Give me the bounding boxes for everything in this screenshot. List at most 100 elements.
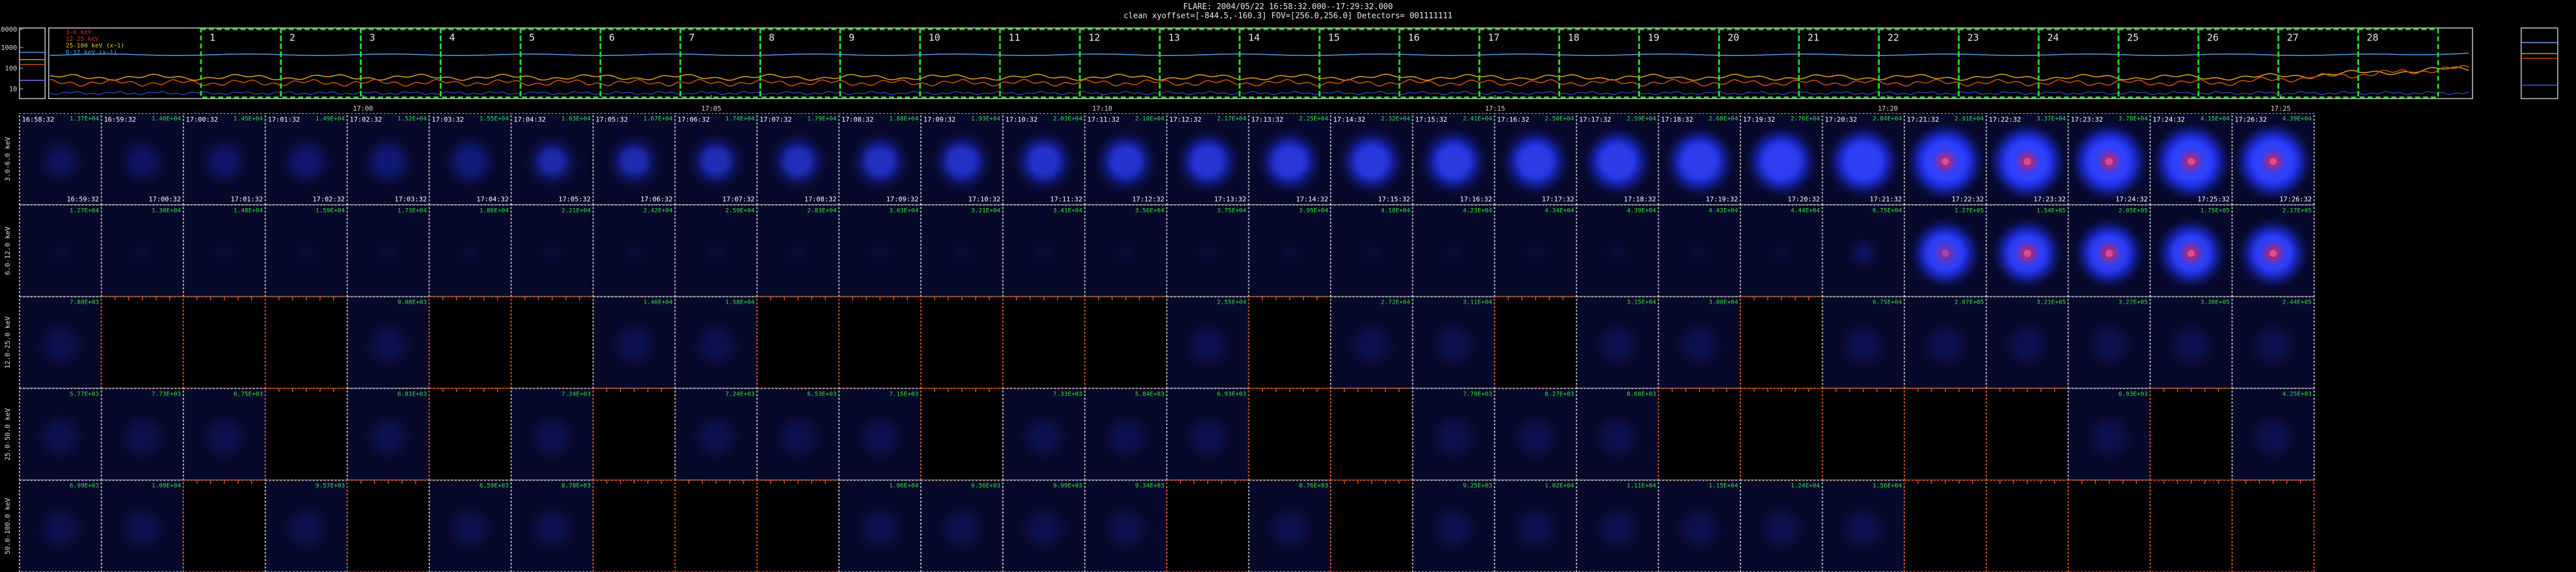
image-cell[interactable]: 8.78E+03 xyxy=(510,480,594,572)
image-cell[interactable] xyxy=(1248,296,1332,389)
image-cell[interactable]: 2.44E+05 xyxy=(2231,296,2315,389)
image-cell[interactable]: 2.59E+04 17:17:32 17:18:32 xyxy=(1575,113,1659,206)
image-cell[interactable] xyxy=(1330,480,1413,572)
image-cell[interactable]: 2.83E+04 xyxy=(756,204,840,298)
image-cell[interactable] xyxy=(920,296,1004,389)
image-cell[interactable]: 8.27E+03 xyxy=(1494,388,1577,481)
image-cell[interactable]: 4.34E+04 xyxy=(1494,204,1577,298)
image-cell[interactable]: 6.75E+04 xyxy=(1821,204,1906,298)
image-cell[interactable] xyxy=(428,296,512,389)
image-cell[interactable] xyxy=(1985,388,2069,481)
image-cell[interactable] xyxy=(1739,296,1823,389)
image-cell[interactable] xyxy=(1002,296,1086,389)
image-cell[interactable]: 2.07E+05 xyxy=(1904,296,1987,389)
image-cell[interactable]: 1.59E+04 xyxy=(264,204,348,298)
image-cell[interactable]: 1.67E+04 17:05:32 17:06:32 xyxy=(592,113,676,206)
image-cell[interactable]: 1.46E+04 xyxy=(592,296,676,389)
image-cell[interactable]: 5.77E+03 xyxy=(19,388,102,481)
image-cell[interactable]: 6.99E+03 xyxy=(19,480,102,572)
image-cell[interactable]: 8.76E+03 xyxy=(1248,480,1332,572)
image-cell[interactable]: 1.63E+04 17:04:32 17:05:32 xyxy=(510,113,594,206)
image-cell[interactable]: 1.58E+04 xyxy=(674,296,758,389)
image-cell[interactable]: 1.27E+04 xyxy=(19,204,102,298)
image-cell[interactable] xyxy=(264,388,348,481)
image-cell[interactable]: 2.76E+04 17:19:32 17:20:32 xyxy=(1739,113,1823,206)
image-cell[interactable] xyxy=(347,480,430,572)
image-cell[interactable]: 6.81E+03 xyxy=(347,388,430,481)
image-cell[interactable]: 7.24E+03 xyxy=(674,388,758,481)
image-cell[interactable]: 9.08E+03 xyxy=(347,296,430,389)
image-cell[interactable]: 7.79E+03 xyxy=(1412,388,1496,481)
image-cell[interactable]: 5.84E+03 xyxy=(1084,388,1167,481)
image-cell[interactable] xyxy=(183,296,266,389)
image-cell[interactable] xyxy=(1248,388,1332,481)
image-cell[interactable]: 2.55E+04 xyxy=(1166,296,1250,389)
image-cell[interactable]: 2.41E+04 17:15:32 17:16:32 xyxy=(1412,113,1496,206)
image-cell[interactable]: 3.56E+04 xyxy=(1084,204,1167,298)
image-cell[interactable]: 6.53E+03 xyxy=(756,388,840,481)
image-cell[interactable]: 4.42E+04 xyxy=(1658,204,1741,298)
image-cell[interactable]: 1.55E+04 17:03:32 17:04:32 xyxy=(428,113,512,206)
image-cell[interactable]: 1.75E+05 xyxy=(2149,204,2233,298)
image-cell[interactable]: 6.93E+03 xyxy=(2067,388,2151,481)
image-cell[interactable] xyxy=(428,388,512,481)
image-cell[interactable]: 7.15E+03 xyxy=(838,388,922,481)
image-cell[interactable] xyxy=(264,296,348,389)
image-cell[interactable]: 1.45E+04 17:00:32 17:01:32 xyxy=(183,113,266,206)
image-cell[interactable]: 1.49E+04 17:01:32 17:02:32 xyxy=(264,113,348,206)
image-cell[interactable] xyxy=(756,480,840,572)
image-cell[interactable]: 6.75E+04 xyxy=(1821,296,1906,389)
image-cell[interactable] xyxy=(100,296,185,389)
image-cell[interactable]: 1.09E+04 xyxy=(100,480,185,572)
image-cell[interactable] xyxy=(838,296,922,389)
image-cell[interactable]: 4.23E+04 xyxy=(1412,204,1496,298)
image-cell[interactable]: 1.30E+04 xyxy=(100,204,185,298)
image-cell[interactable] xyxy=(1985,480,2069,572)
image-cell[interactable]: 2.32E+04 17:14:32 17:15:32 xyxy=(1330,113,1413,206)
image-cell[interactable] xyxy=(2149,388,2233,481)
image-cell[interactable] xyxy=(592,480,676,572)
image-cell[interactable]: 2.84E+04 17:20:32 17:21:32 xyxy=(1821,113,1906,206)
image-cell[interactable]: 1.15E+04 xyxy=(1658,480,1741,572)
image-cell[interactable] xyxy=(1084,296,1167,389)
image-cell[interactable] xyxy=(1904,388,1987,481)
image-cell[interactable]: 6.93E+03 xyxy=(1166,388,1250,481)
image-cell[interactable]: 3.11E+04 xyxy=(1412,296,1496,389)
image-cell[interactable]: 1.52E+04 17:02:32 17:03:32 xyxy=(347,113,430,206)
image-cell[interactable]: 3.30E+05 xyxy=(2149,296,2233,389)
image-cell[interactable]: 1.02E+04 xyxy=(1494,480,1577,572)
image-cell[interactable]: 2.21E+04 xyxy=(510,204,594,298)
image-cell[interactable]: 3.03E+04 xyxy=(838,204,922,298)
image-cell[interactable]: 2.05E+05 xyxy=(2067,204,2151,298)
image-cell[interactable] xyxy=(183,480,266,572)
image-cell[interactable] xyxy=(920,388,1004,481)
image-cell[interactable] xyxy=(1494,296,1577,389)
image-cell[interactable]: 4.15E+04 17:24:32 17:25:32 xyxy=(2149,113,2233,206)
image-cell[interactable]: 2.50E+04 17:16:32 17:17:32 xyxy=(1494,113,1577,206)
image-cell[interactable]: 1.73E+04 xyxy=(347,204,430,298)
image-cell[interactable]: 1.79E+04 17:07:32 17:08:32 xyxy=(756,113,840,206)
image-cell[interactable]: 8.68E+03 xyxy=(1575,388,1659,481)
image-cell[interactable]: 3.75E+04 xyxy=(1166,204,1250,298)
image-cell[interactable]: 2.91E+04 17:21:32 17:22:32 xyxy=(1904,113,1987,206)
image-cell[interactable] xyxy=(2067,480,2151,572)
image-cell[interactable]: 1.93E+04 17:09:32 17:10:32 xyxy=(920,113,1004,206)
image-cell[interactable]: 3.41E+04 xyxy=(1002,204,1086,298)
image-cell[interactable] xyxy=(1658,388,1741,481)
image-cell[interactable]: 3.00E+04 xyxy=(1658,296,1741,389)
image-cell[interactable]: 2.68E+04 17:18:32 17:19:32 xyxy=(1658,113,1741,206)
image-cell[interactable]: 1.56E+04 xyxy=(1821,480,1906,572)
image-cell[interactable]: 6.59E+03 xyxy=(428,480,512,572)
image-cell[interactable]: 7.24E+03 xyxy=(510,388,594,481)
image-cell[interactable]: 2.25E+04 17:13:32 17:14:32 xyxy=(1248,113,1332,206)
image-cell[interactable]: 7.80E+03 xyxy=(19,296,102,389)
image-cell[interactable]: 6.75E+03 xyxy=(183,388,266,481)
image-cell[interactable]: 7.73E+03 xyxy=(100,388,185,481)
image-cell[interactable]: 9.56E+03 xyxy=(920,480,1004,572)
image-cell[interactable]: 3.37E+04 17:22:32 17:23:32 xyxy=(1985,113,2069,206)
image-cell[interactable]: 7.33E+03 xyxy=(1002,388,1086,481)
image-cell[interactable]: 1.74E+04 17:06:32 17:07:32 xyxy=(674,113,758,206)
image-cell[interactable] xyxy=(2231,480,2315,572)
image-cell[interactable] xyxy=(1330,388,1413,481)
image-cell[interactable]: 9.57E+03 xyxy=(264,480,348,572)
